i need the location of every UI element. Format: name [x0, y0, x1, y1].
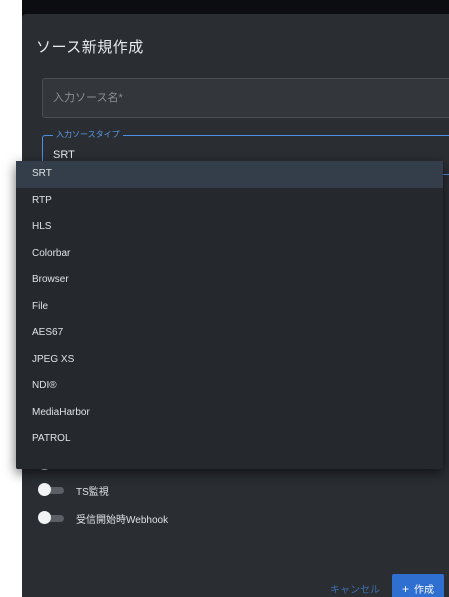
toggle-receive-webhook[interactable]: 受信開始時Webhook — [38, 508, 168, 528]
source-type-value: SRT — [53, 149, 75, 161]
create-button[interactable]: + 作成 — [392, 574, 445, 597]
dialog-actions: キャンセル + 作成 — [322, 574, 445, 597]
toggle-label: TS監視 — [76, 486, 109, 498]
plus-icon: + — [402, 581, 410, 596]
source-type-dropdown-menu: SRT RTP HLS Colorbar Browser File AES67 … — [16, 161, 443, 469]
dropdown-option-ndi[interactable]: NDI® — [16, 373, 443, 400]
dropdown-option-srt[interactable]: SRT — [16, 161, 443, 188]
dialog-title: ソース新規作成 — [36, 39, 144, 56]
dropdown-option-file[interactable]: File — [16, 294, 443, 321]
create-button-label: 作成 — [414, 585, 435, 596]
toggle-ts-monitor[interactable]: TS監視 — [38, 480, 109, 500]
dropdown-option-mediaharbor[interactable]: MediaHarbor — [16, 400, 443, 427]
dropdown-option-patrol[interactable]: PATROL — [16, 426, 443, 453]
dropdown-option-aes67[interactable]: AES67 — [16, 320, 443, 347]
source-type-label: 入力ソースタイプ — [53, 129, 123, 140]
toggle-label: 受信開始時Webhook — [76, 514, 169, 526]
toggle-switch[interactable] — [38, 511, 66, 524]
dropdown-option-rtp[interactable]: RTP — [16, 188, 443, 215]
source-name-field[interactable] — [42, 78, 449, 118]
dropdown-option-browser[interactable]: Browser — [16, 267, 443, 294]
source-name-input[interactable] — [43, 79, 449, 117]
toggle-switch[interactable] — [38, 483, 66, 496]
dropdown-option-hls[interactable]: HLS — [16, 214, 443, 241]
dropdown-option-jpeg-xs[interactable]: JPEG XS — [16, 347, 443, 374]
dropdown-option-colorbar[interactable]: Colorbar — [16, 241, 443, 268]
cancel-button[interactable]: キャンセル — [322, 575, 388, 597]
